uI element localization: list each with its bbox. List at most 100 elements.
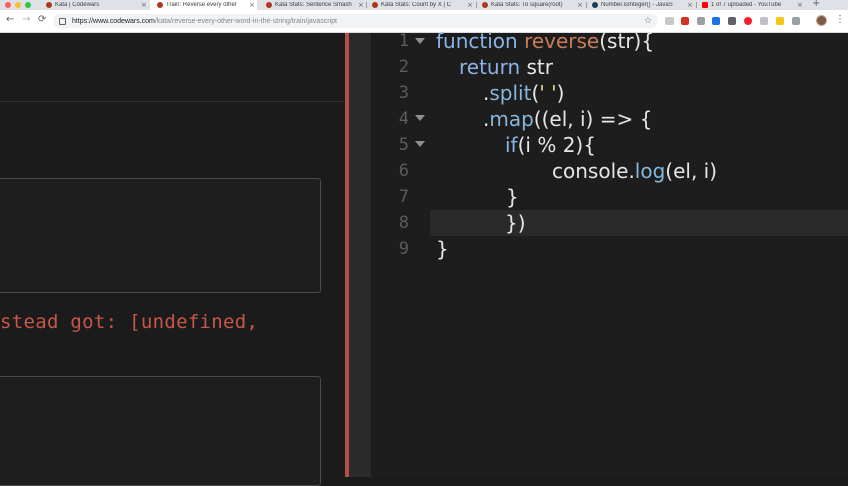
pen-icon[interactable] [776, 17, 784, 25]
mdn-favicon-icon [592, 2, 598, 8]
fold-arrow-icon[interactable] [415, 38, 425, 44]
youtube-favicon-icon [702, 2, 708, 8]
line-number: 8 [398, 213, 409, 233]
token-punct: (str){ [599, 29, 655, 53]
token-condition: (i % 2){ [517, 133, 596, 157]
token-keyword: return [459, 55, 521, 79]
token-keyword: if [505, 133, 518, 157]
tab-close-icon[interactable]: × [797, 2, 805, 9]
token-punct: ) [556, 81, 565, 105]
extension-gray2-icon[interactable] [760, 17, 768, 25]
fold-arrow-icon[interactable] [415, 115, 425, 121]
token-method: split [489, 81, 532, 105]
url-host: https://www.codewars.com [72, 17, 155, 25]
tab-close-icon[interactable]: × [249, 2, 257, 9]
codewars-favicon-icon [482, 2, 488, 8]
codewars-favicon-icon [372, 2, 378, 8]
tab-title: Kata Stats: To square(root) [491, 2, 563, 8]
address-bar[interactable]: https://www.codewars.com/kata/reverse-ev… [53, 14, 658, 28]
token-arguments: ((el, i) => { [533, 107, 653, 131]
extension-gray-icon[interactable] [697, 17, 705, 25]
tab-title: Kata Stats: Count by X | C [381, 2, 451, 8]
lock-icon [59, 17, 66, 25]
line-number: 4 [398, 109, 409, 129]
tab-title: Kata Stats: Sentence Smash [275, 2, 352, 8]
tab-separator [366, 2, 367, 8]
minimize-window-button[interactable] [15, 2, 21, 8]
tab-title: Kata | Codewars [55, 2, 100, 8]
code-text-line-2: return str [459, 54, 553, 80]
tab-title: Number.isInteger() - JavaS [601, 2, 673, 8]
tab-train-reverse[interactable]: Train: Reverse every other × [150, 0, 257, 10]
puzzle-icon[interactable] [792, 17, 800, 25]
tab-number-isinteger[interactable]: Number.isInteger() - JavaS × [588, 0, 695, 10]
editor-scroll-gutter [349, 33, 371, 477]
tab-close-icon[interactable]: × [577, 2, 585, 9]
back-button[interactable]: ← [6, 15, 14, 25]
profile-avatar[interactable] [816, 15, 827, 26]
token-method: map [489, 107, 534, 131]
tab-separator [586, 2, 587, 8]
test-error-message: stead got: [undefined, [0, 311, 259, 333]
codewars-favicon-icon [46, 2, 52, 8]
line-number: 3 [398, 83, 409, 103]
bookmark-star-icon[interactable]: ☆ [644, 16, 652, 26]
tab-close-icon[interactable]: × [141, 2, 149, 9]
fold-arrow-icon[interactable] [415, 141, 425, 147]
code-text-line-7: } [506, 185, 519, 209]
test-result-card [0, 376, 321, 486]
kata-output-panel: stead got: [undefined, [0, 33, 345, 486]
codewars-favicon-icon [157, 2, 163, 8]
token-identifier: console [552, 159, 629, 183]
token-function-name: reverse [524, 29, 600, 53]
tab-count-by-x[interactable]: Kata Stats: Count by X | C × [368, 0, 475, 10]
token-identifier: str [520, 55, 554, 79]
code-text-line-8: }) [505, 211, 526, 235]
code-text-line-6: console.log(el, i) [552, 158, 717, 184]
token-method: log [634, 159, 666, 183]
tab-square-root[interactable]: Kata Stats: To square(root) × [478, 0, 585, 10]
media-icon[interactable] [665, 17, 674, 25]
close-window-button[interactable] [5, 2, 11, 8]
line-number: 5 [398, 135, 409, 155]
tab-close-icon[interactable]: × [687, 2, 695, 9]
reload-button[interactable]: ⟳ [38, 15, 46, 25]
chrome-menu-icon[interactable]: ⋮ [835, 14, 845, 26]
translate-icon[interactable] [712, 17, 720, 25]
url-text[interactable]: https://www.codewars.com/kata/reverse-ev… [72, 18, 337, 25]
tab-kata-codewars[interactable]: Kata | Codewars × [42, 0, 149, 10]
extension-red-icon[interactable] [681, 17, 689, 25]
line-number: 6 [398, 161, 409, 181]
token-arguments: (el, i) [665, 159, 718, 183]
tab-close-icon[interactable]: × [467, 2, 475, 9]
code-text-line-5: if(i % 2){ [505, 132, 596, 158]
line-number: 9 [398, 239, 409, 259]
code-text-line-1: function reverse(str){ [436, 28, 654, 54]
forward-button[interactable]: → [22, 15, 30, 25]
opera-icon[interactable] [744, 17, 752, 25]
token-keyword: function [436, 29, 518, 53]
new-tab-button[interactable]: + [812, 0, 820, 9]
instructions-card [0, 178, 321, 293]
line-number: 1 [398, 31, 409, 51]
tab-strip: Kata | Codewars × Train: Reverse every o… [0, 0, 848, 10]
zoom-window-button[interactable] [25, 2, 31, 8]
code-editor[interactable]: 1 function reverse(str){ 2 return str 3 … [349, 29, 848, 477]
tab-close-icon[interactable]: × [358, 2, 366, 9]
code-text-line-4: .map((el, i) => { [483, 106, 652, 132]
tab-youtube[interactable]: 1 of 7 uploaded - YouTube × [698, 0, 805, 10]
tab-separator [476, 2, 477, 8]
token-string: ' ' [539, 81, 557, 105]
code-text-line-3: .split(' ') [483, 80, 564, 106]
extension-blue-icon[interactable] [728, 17, 736, 25]
active-line-highlight [430, 210, 848, 236]
tab-title: 1 of 7 uploaded - YouTube [711, 2, 782, 8]
tab-sentence-smash[interactable]: Kata Stats: Sentence Smash × [259, 0, 366, 10]
line-number: 2 [398, 57, 409, 77]
line-number: 7 [398, 187, 409, 207]
tab-title: Train: Reverse every other [166, 2, 237, 8]
tab-separator [696, 2, 697, 8]
code-text-line-9: } [436, 237, 449, 261]
codewars-favicon-icon [266, 2, 272, 8]
url-path: /kata/reverse-every-other-word-in-the-st… [154, 17, 337, 25]
